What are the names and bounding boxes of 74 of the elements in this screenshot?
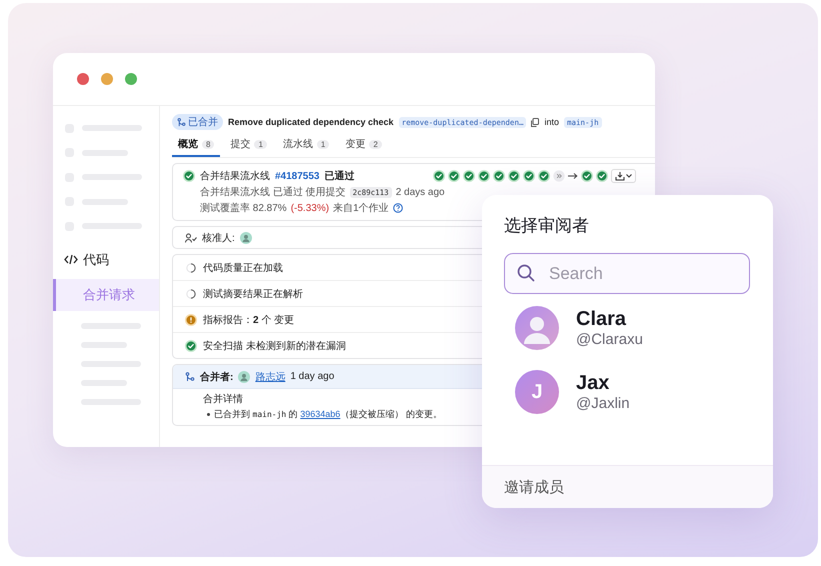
download-button[interactable]	[611, 169, 636, 183]
user-avatar	[238, 370, 250, 382]
avatar-initial: J	[515, 370, 559, 414]
check-text: 指标报告：2 个 变更	[203, 314, 294, 326]
success-icon	[183, 170, 195, 182]
success-icon	[596, 170, 608, 182]
success-icon	[185, 340, 197, 352]
invite-members-link[interactable]: 邀请成员	[504, 478, 564, 496]
search-icon	[517, 264, 535, 282]
into-label: into	[544, 117, 559, 127]
tab-count: 1	[254, 140, 267, 148]
tab[interactable]: 概览 8	[172, 134, 220, 157]
success-icon	[493, 170, 505, 182]
user-link[interactable]: 路志远	[255, 370, 286, 384]
avatar-silhouette-icon	[515, 306, 559, 350]
pipeline-link[interactable]: #4187553	[275, 170, 320, 182]
coverage-source: 来自1个作业	[333, 202, 389, 215]
success-icon	[433, 170, 445, 182]
skipped-icon	[553, 170, 565, 182]
popup-title: 选择审阅者	[503, 215, 590, 237]
check-text: 安全扫描 未检测到新的潜在漏洞	[203, 340, 346, 352]
loading-icon	[185, 288, 197, 300]
merged-time: 1 day ago	[290, 371, 334, 382]
merge-detail-text: 已合并到 main-jh 的 39634ab6（提交被压缩） 的变更。	[214, 408, 442, 421]
check-text: 测试摘要结果正在解析	[203, 288, 303, 300]
tab[interactable]: 提交 1	[224, 134, 273, 157]
reviewer-name[interactable]: Jax	[576, 372, 630, 395]
tab[interactable]: 流水线 1	[276, 134, 336, 157]
check-text: 代码质量正在加载	[203, 262, 283, 274]
caret-icon	[626, 174, 632, 178]
success-icon	[581, 170, 593, 182]
reviewer-name[interactable]: Clara	[576, 308, 643, 331]
success-icon	[538, 170, 550, 182]
success-icon	[463, 170, 475, 182]
close-dot[interactable]	[77, 73, 89, 85]
search-field[interactable]: Search	[504, 253, 750, 294]
success-icon	[523, 170, 535, 182]
merge-icon	[177, 118, 186, 126]
merge-request-title: Remove duplicated dependency check	[228, 117, 394, 127]
coverage-text: 测试覆盖率 82.87%	[200, 202, 287, 215]
success-icon	[448, 170, 460, 182]
reviewer-handle: @Jaxlin	[576, 395, 630, 412]
arrow-icon	[568, 172, 578, 180]
reviewer-handle: @Claraxu	[576, 331, 643, 348]
pipeline-detail: 合并结果流水线 已通过 使用提交	[200, 186, 346, 199]
invite-footer[interactable]: 邀请成员	[482, 465, 773, 508]
tab-count: 1	[316, 140, 330, 148]
copy-icon[interactable]	[531, 118, 540, 126]
commit-link[interactable]: 39634ab6	[300, 409, 340, 419]
merged-by-label: 合并者:	[200, 370, 234, 384]
approvers-label: 核准人:	[202, 232, 235, 244]
minimize-dot[interactable]	[101, 73, 113, 85]
help-icon[interactable]	[392, 203, 403, 213]
pipeline-title: 合并结果流水线	[200, 170, 270, 183]
tab-count: 2	[369, 140, 382, 148]
coverage-delta: (-5.33%)	[290, 202, 330, 214]
merge-icon	[185, 372, 195, 382]
tab-count: 8	[202, 140, 214, 148]
pipeline-status: 已通过	[324, 170, 354, 183]
bullet-icon	[207, 413, 210, 416]
warning-icon	[185, 314, 197, 326]
pipeline-time: 2 days ago	[396, 186, 445, 198]
merged-badge: 已合并	[172, 114, 223, 130]
sidebar-section-label: 代码	[83, 250, 109, 268]
download-icon	[615, 171, 625, 181]
code-icon	[64, 254, 78, 265]
success-icon	[478, 170, 490, 182]
zoom-dot[interactable]	[125, 73, 137, 85]
loading-icon	[185, 262, 197, 274]
tab[interactable]: 变更 2	[339, 134, 388, 157]
user-avatar	[240, 232, 252, 244]
details-title: 合并详情	[203, 394, 243, 405]
approval-icon	[185, 232, 197, 242]
success-icon	[508, 170, 520, 182]
